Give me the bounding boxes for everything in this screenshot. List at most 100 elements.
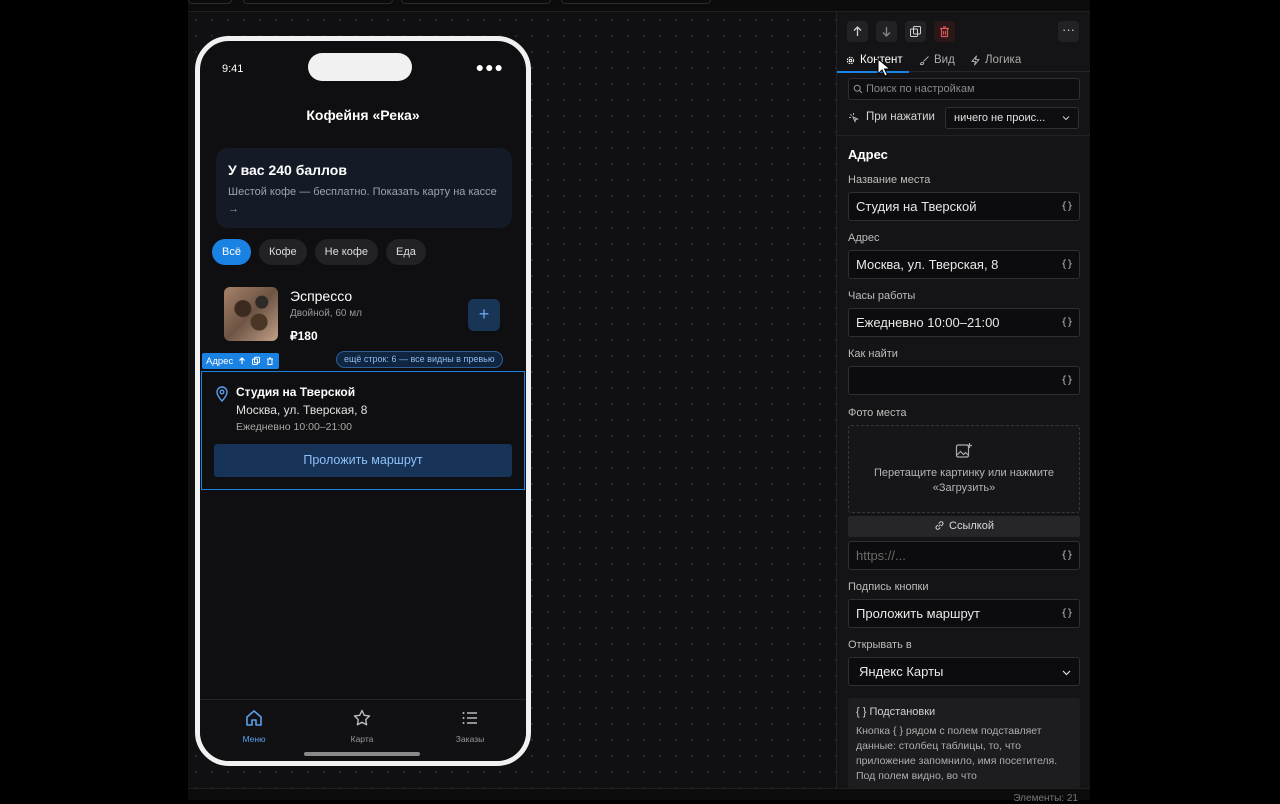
trash-icon[interactable] [265,356,275,366]
list-icon [462,712,477,724]
on-press-select[interactable]: ничего не проис... [945,107,1079,129]
duplicate-button[interactable] [905,21,926,42]
loyalty-title: У вас 240 баллов [228,162,347,178]
address-input[interactable]: Москва, ул. Тверская, 8 {} [848,250,1080,279]
gear-icon [846,56,855,64]
place-name-input[interactable]: Студия на Тверской {} [848,192,1080,221]
right-margin [1090,0,1280,800]
top-toolbar-strip [188,0,1090,12]
variable-insert-button[interactable]: {} [1061,309,1073,336]
address-line: Москва, ул. Тверская, 8 [236,403,368,417]
open-in-label: Открывать в [848,639,912,651]
product-price: ₽180 [290,329,318,343]
button-caption-input[interactable]: Проложить маршрут {} [848,599,1080,628]
chevron-down-icon [1062,116,1070,121]
elements-count: Элементы: 21 [1013,793,1078,804]
tab-orders[interactable]: Заказы [430,708,510,744]
hint-title: { } Подстановки [856,706,936,718]
settings-search-input[interactable]: Поиск по настройкам [848,78,1080,100]
tab-orders-label: Заказы [455,734,485,744]
delete-button[interactable] [934,21,955,42]
how-to-find-label: Как найти [848,348,898,360]
arrow-up-icon [853,26,862,36]
image-url-input[interactable]: https://... {} [848,541,1080,570]
move-up-icon[interactable] [237,356,247,366]
move-down-button[interactable] [876,21,897,42]
category-chips: Всё Кофе Не кофе Еда [212,239,426,265]
tab-view[interactable]: Вид [919,49,955,71]
top-tab[interactable] [243,0,393,4]
on-press-row: При нажатии ничего не проис... [848,107,1080,129]
hours-input[interactable]: Ежедневно 10:00–21:00 {} [848,308,1080,337]
variable-insert-button[interactable]: {} [1061,367,1073,394]
how-to-find-input[interactable]: {} [848,366,1080,395]
location-pin-icon [216,386,228,402]
chip-not-coffee[interactable]: Не кофе [314,239,379,265]
button-caption-value: Проложить маршрут [856,606,980,621]
chevron-down-icon [1062,670,1071,676]
variable-insert-button[interactable]: {} [1061,542,1073,569]
add-to-cart-button[interactable]: + [468,299,500,331]
dynamic-island [308,53,412,81]
tab-menu[interactable]: Меню [214,708,294,744]
tab-bar: Меню Карта Заказы [200,699,526,761]
address-value: Москва, ул. Тверская, 8 [856,257,999,272]
duplicate-icon[interactable] [251,356,261,366]
top-tab[interactable] [188,0,232,4]
image-url-placeholder: https://... [856,548,906,563]
move-up-button[interactable] [847,21,868,42]
link-button[interactable]: Ссылкой [848,516,1080,537]
on-press-label: При нажатии [848,111,935,123]
selection-tag-label: Адрес [206,355,234,367]
on-press-value: ничего не проис... [954,112,1046,124]
variable-insert-button[interactable]: {} [1061,193,1073,220]
tab-map[interactable]: Карта [322,708,402,744]
trash-icon [940,26,949,38]
status-time: 9:41 [222,63,244,75]
arrow-down-icon [882,27,891,37]
tab-content[interactable]: Контент [837,49,909,73]
section-title: Адрес [848,147,888,162]
hint-text: Кнопка { } рядом с полем подставляет дан… [856,725,1058,782]
search-icon [853,84,863,94]
left-margin [0,0,188,800]
tab-menu-label: Меню [242,734,266,744]
dropzone-text: Перетащите картинку или нажмите «Загрузи… [873,467,1055,494]
lightning-icon [971,55,980,65]
product-item[interactable]: Эспрессо Двойной, 60 мл ₽180 + [224,287,508,345]
element-toolbar [847,21,955,42]
variable-insert-button[interactable]: {} [1061,600,1073,627]
product-image [224,287,278,341]
tab-logic-label: Логика [985,54,1022,66]
loyalty-card[interactable]: У вас 240 баллов Шестой кофе — бесплатно… [216,148,512,228]
copy-icon [910,26,921,37]
photo-dropzone[interactable]: Перетащите картинку или нажмите «Загрузи… [848,425,1080,513]
more-rows-badge: ещё строк: 6 — все видны в превью [336,351,503,368]
app-title: Кофейня «Река» [306,107,420,123]
product-name: Эспрессо [290,288,353,304]
open-in-value: Яндекс Карты [859,664,944,679]
variable-insert-button[interactable]: {} [1061,251,1073,278]
tab-logic[interactable]: Логика [970,49,1021,71]
phone-preview: 9:41 ●●● Кофейня «Река» У вас 240 баллов… [195,36,531,766]
settings-panel: ··· Контент Вид Логика Поиск по настройк… [836,12,1090,788]
address-block[interactable]: Студия на Тверской Москва, ул. Тверская,… [201,371,525,490]
chip-all[interactable]: Всё [212,239,251,265]
more-options-button[interactable]: ··· [1058,21,1079,42]
chip-coffee[interactable]: Кофе [258,239,307,265]
address-label: Адрес [848,232,880,244]
open-in-select[interactable]: Яндекс Карты [848,657,1080,686]
top-tab[interactable] [401,0,551,4]
place-name-label: Название места [848,174,931,186]
search-placeholder: Поиск по настройкам [866,83,975,95]
selection-tag: Адрес [202,353,280,369]
top-tab[interactable] [561,0,711,4]
brush-icon [919,55,929,65]
photo-label: Фото места [848,407,907,419]
route-button[interactable]: Проложить маршрут [214,444,512,477]
chip-food[interactable]: Еда [386,239,426,265]
status-bar: 9:41 ●●● [200,41,526,89]
divider [837,135,1090,136]
tab-view-label: Вид [934,54,955,66]
panel-tabs: Контент Вид Логика [837,48,1090,73]
